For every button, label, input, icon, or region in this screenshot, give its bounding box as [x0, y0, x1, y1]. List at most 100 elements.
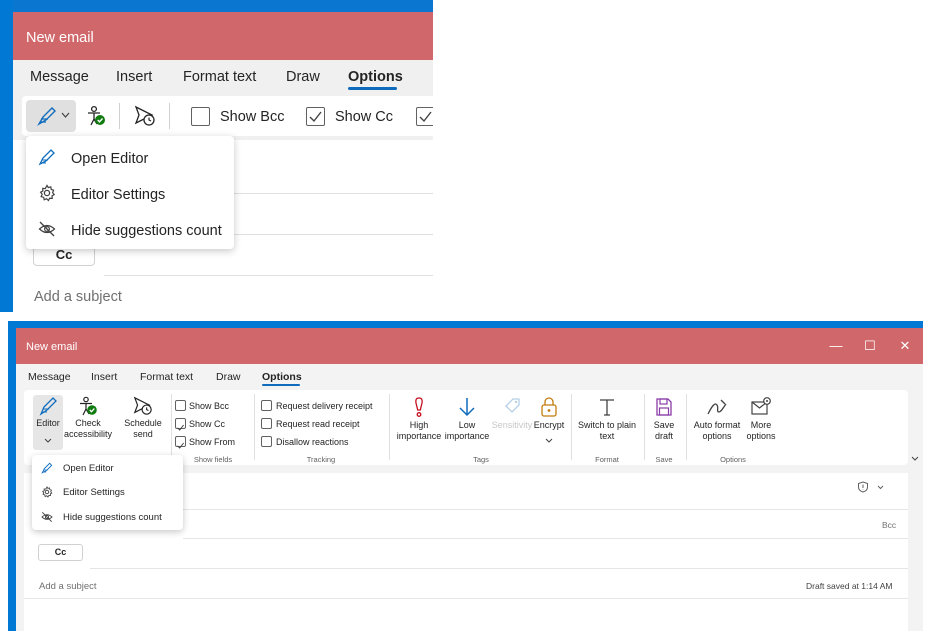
divider: [104, 275, 433, 276]
show-from-checkbox[interactable]: [416, 107, 433, 126]
show-bcc-checkbox[interactable]: [191, 107, 210, 126]
close-button[interactable]: ✕: [897, 338, 913, 354]
save-icon: [656, 398, 672, 416]
menu-item-hide-suggestions-count[interactable]: Hide suggestions count: [26, 211, 234, 247]
high-importance-button[interactable]: High importance: [394, 396, 444, 442]
subject-input[interactable]: Add a subject: [39, 581, 97, 592]
minimize-button[interactable]: —: [828, 338, 844, 353]
tab-message[interactable]: Message: [28, 371, 71, 383]
outlook-window: New email — ☐ ✕ Message Insert Format te…: [16, 328, 923, 631]
menu-item-open-editor[interactable]: Open Editor: [26, 139, 234, 175]
tab-message[interactable]: Message: [30, 69, 89, 85]
request-read-receipt-label: Request read receipt: [276, 419, 360, 429]
check-accessibility-label-2: accessibility: [63, 429, 112, 439]
window-title: New email: [16, 328, 923, 364]
accessibility-check-icon: [80, 396, 97, 416]
show-cc-label: Show Cc: [335, 109, 394, 125]
editor-pen-icon: [41, 462, 53, 474]
low-importance-button[interactable]: Low importance: [442, 396, 492, 442]
eye-off-icon: [41, 512, 53, 522]
tab-insert[interactable]: Insert: [116, 69, 152, 85]
editor-button[interactable]: Editor: [31, 396, 65, 429]
switch-to-plain-text-button[interactable]: Switch to plain text: [574, 396, 640, 442]
subject-input[interactable]: Add a subject: [34, 289, 122, 305]
show-cc-checkbox[interactable]: [175, 418, 186, 431]
request-read-receipt-checkbox[interactable]: [261, 418, 272, 429]
tab-options[interactable]: Options: [348, 69, 403, 85]
checkmark-icon: [309, 111, 322, 123]
maximize-button[interactable]: ☐: [862, 338, 878, 354]
gear-icon: [39, 184, 56, 202]
menu-item-label: Editor Settings: [71, 187, 166, 203]
checkmark-icon: [177, 442, 184, 449]
zoomed-view: New email Message Insert Format text Dra…: [0, 0, 433, 312]
divider: [183, 538, 908, 539]
desktop-strip: [0, 0, 433, 12]
menu-item-label: Open Editor: [71, 151, 149, 167]
exclamation-icon: [415, 397, 423, 417]
divider: [234, 234, 433, 235]
accessibility-check-icon[interactable]: [86, 105, 106, 127]
auto-format-label-1: Auto format: [693, 420, 741, 430]
more-options-label-2: options: [746, 431, 776, 441]
group-separator: [389, 394, 390, 460]
eye-off-icon: [38, 221, 56, 237]
show-from-checkbox[interactable]: [175, 436, 186, 449]
tab-insert[interactable]: Insert: [91, 371, 117, 383]
request-delivery-receipt-checkbox[interactable]: [261, 400, 272, 411]
arrow-down-icon: [459, 398, 475, 417]
auto-format-label-2: options: [702, 431, 732, 441]
check-accessibility-label-1: Check: [75, 418, 101, 428]
shield-icon[interactable]: [857, 481, 869, 493]
more-options-button[interactable]: More options: [743, 396, 779, 442]
active-tab-indicator: [348, 87, 397, 90]
desktop-edge: [0, 0, 13, 312]
bcc-button[interactable]: Bcc: [882, 520, 896, 530]
group-label-tags: Tags: [473, 455, 489, 464]
cc-button[interactable]: Cc: [38, 544, 83, 561]
group-label-format: Format: [595, 455, 619, 464]
schedule-send-button[interactable]: Schedule send: [120, 396, 166, 440]
show-bcc-checkbox[interactable]: [175, 400, 186, 411]
group-label-show-fields: Show fields: [193, 455, 233, 464]
menu-item-editor-settings[interactable]: Editor Settings: [26, 175, 234, 211]
tab-format-text[interactable]: Format text: [183, 69, 256, 85]
disallow-reactions-checkbox[interactable]: [261, 436, 272, 447]
checkmark-icon: [177, 424, 184, 431]
tab-draw[interactable]: Draw: [286, 69, 320, 85]
plain-text-icon: [600, 399, 614, 416]
tab-options[interactable]: Options: [262, 371, 302, 383]
auto-format-options-button[interactable]: Auto format options: [690, 396, 744, 442]
chevron-down-icon[interactable]: [877, 485, 884, 490]
ribbon-separator: [119, 103, 120, 129]
menu-item-hide-suggestions-count[interactable]: Hide suggestions count: [32, 505, 183, 529]
draft-saved-status: Draft saved at 1:14 AM: [806, 581, 893, 591]
editor-pen-icon: [39, 397, 57, 416]
group-separator: [254, 394, 255, 460]
encrypt-label: Encrypt: [533, 420, 565, 430]
schedule-send-icon[interactable]: [134, 105, 156, 127]
show-bcc-label: Show Bcc: [189, 401, 230, 411]
menu-item-open-editor[interactable]: Open Editor: [32, 456, 183, 480]
lock-icon: [541, 397, 557, 417]
show-cc-label: Show Cc: [189, 419, 226, 429]
menu-item-editor-settings[interactable]: Editor Settings: [32, 480, 183, 504]
save-draft-label-2: draft: [654, 431, 673, 441]
editor-pen-icon: [37, 107, 56, 126]
mail-settings-icon: [751, 397, 771, 415]
divider: [24, 598, 908, 599]
sensitivity-label-icon: [505, 398, 520, 413]
check-accessibility-button[interactable]: Check accessibility: [63, 396, 113, 440]
show-from-label: Show From: [189, 437, 236, 447]
ribbon-separator: [169, 103, 170, 129]
ribbon-expand-chevron-icon[interactable]: [911, 456, 919, 462]
encrypt-button[interactable]: Encrypt: [531, 396, 567, 431]
editor-dropdown-menu: Open Editor Editor Settings Hide suggest…: [32, 455, 183, 530]
high-importance-label-2: importance: [396, 431, 442, 441]
save-draft-button[interactable]: Save draft: [648, 396, 680, 442]
show-cc-checkbox[interactable]: [306, 107, 325, 126]
tab-format-text[interactable]: Format text: [140, 371, 193, 383]
sensitivity-label: Sensitivity: [491, 420, 533, 430]
divider: [183, 509, 908, 510]
tab-draw[interactable]: Draw: [216, 371, 241, 383]
